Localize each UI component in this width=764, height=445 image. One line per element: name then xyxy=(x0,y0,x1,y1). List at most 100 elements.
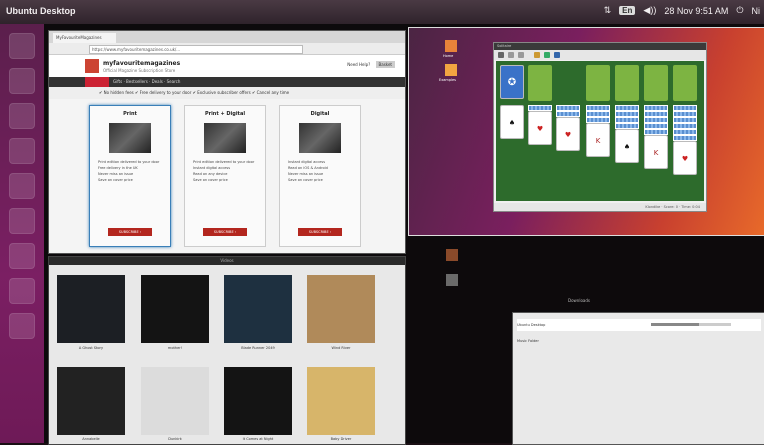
nav-active-item[interactable] xyxy=(85,77,109,87)
restart-icon[interactable] xyxy=(508,52,514,58)
home-folder-icon[interactable] xyxy=(446,249,458,261)
solitaire-statusbar: Klondike · Score: 0 · Time: 0:04 xyxy=(494,203,706,211)
card-bullet: Save on cover price xyxy=(98,178,133,182)
poster-tile[interactable] xyxy=(141,275,209,343)
card-digital[interactable]: Digital Instant digital access Read on i… xyxy=(279,105,361,247)
poster-tile[interactable] xyxy=(224,367,292,435)
tableau-card[interactable]: ♥ xyxy=(556,117,580,151)
file-row[interactable]: Ubuntu Desktop xyxy=(517,319,761,331)
card-title: Print + Digital xyxy=(204,111,246,117)
poster-label: Wind River xyxy=(331,346,351,350)
poster-tile[interactable] xyxy=(224,275,292,343)
download-progress xyxy=(651,323,731,326)
new-game-icon[interactable] xyxy=(498,52,504,58)
file-name: Ubuntu Desktop xyxy=(517,323,546,327)
clock[interactable]: 28 Nov 9:51 AM xyxy=(664,6,728,16)
hint-icon[interactable] xyxy=(534,52,540,58)
video-library-window[interactable]: Videos A Ghost Story mother! Blade Runne… xyxy=(48,256,406,445)
tableau-card[interactable]: ♥ xyxy=(673,141,697,175)
basket-button[interactable]: Basket xyxy=(375,61,395,68)
file-manager-window[interactable]: Ubuntu Desktop Music Folder xyxy=(512,312,764,445)
subscribe-button[interactable]: SUBSCRIBE › xyxy=(298,228,342,236)
launcher-trash-icon[interactable] xyxy=(9,313,35,339)
user-menu[interactable]: Ni xyxy=(752,6,761,16)
foundation-slot[interactable] xyxy=(586,65,610,101)
deal-icon[interactable] xyxy=(544,52,550,58)
help-icon[interactable] xyxy=(554,52,560,58)
poster-tile[interactable] xyxy=(57,367,125,435)
benefits-strip: ✔ No hidden fees ✔ Free delivery to your… xyxy=(49,87,405,99)
tableau-card[interactable]: ♠ xyxy=(615,129,639,163)
launcher-software-icon[interactable] xyxy=(9,208,35,234)
help-link[interactable]: Need Help? xyxy=(347,62,370,67)
solitaire-title: Solitaire xyxy=(494,43,706,50)
address-bar-container: https://www.myfavouritemagazines.co.uk/.… xyxy=(49,43,405,55)
launcher-settings-icon[interactable] xyxy=(9,278,35,304)
card-print-digital[interactable]: Print + Digital Print edition delivered … xyxy=(184,105,266,247)
poster-tile[interactable] xyxy=(141,367,209,435)
poster-tile[interactable] xyxy=(307,275,375,343)
solitaire-toolbar xyxy=(494,50,706,60)
card-bullet: Save on cover price xyxy=(288,178,323,182)
tableau-card[interactable]: K xyxy=(586,123,610,157)
power-icon[interactable]: ⏻ xyxy=(736,5,743,16)
tab-bar: MyFavouriteMagazines xyxy=(49,31,405,43)
file-manager-title: Downloads xyxy=(568,298,590,303)
foundation-slot[interactable] xyxy=(644,65,668,101)
launcher-calc-icon[interactable] xyxy=(9,138,35,164)
workspace-desktop-preview[interactable]: Home Examples Solitaire ✪ ♠ ♥ ♥ K ♠ K ♥ … xyxy=(408,27,764,236)
launcher-files-icon[interactable] xyxy=(9,33,35,59)
waste-slot[interactable] xyxy=(528,65,552,101)
examples-icon[interactable] xyxy=(445,64,457,76)
solitaire-window[interactable]: Solitaire ✪ ♠ ♥ ♥ K ♠ K ♥ Klondike · Sco… xyxy=(493,42,707,212)
site-name: myfavouritemagazines xyxy=(103,60,181,67)
site-logo[interactable] xyxy=(85,59,99,73)
stock-pile[interactable]: ✪ xyxy=(500,65,524,99)
launcher-amazon-icon[interactable] xyxy=(9,243,35,269)
site-nav: Gifts · Bestsellers · Deals · Search xyxy=(49,77,405,87)
launcher-firefox-icon[interactable] xyxy=(9,68,35,94)
game-table: ✪ ♠ ♥ ♥ K ♠ K ♥ xyxy=(496,61,704,201)
site-subtitle: Official Magazine Subscription Store xyxy=(103,68,176,73)
launcher-writer-icon[interactable] xyxy=(9,103,35,129)
address-bar[interactable]: https://www.myfavouritemagazines.co.uk/.… xyxy=(89,45,303,54)
tableau-card[interactable]: ♠ xyxy=(500,105,524,139)
card-cover-image xyxy=(299,123,341,153)
card-cover-image xyxy=(109,123,151,153)
file-row[interactable]: Music Folder xyxy=(517,335,761,347)
card-bullet: Save on cover price xyxy=(193,178,228,182)
browser-tab[interactable]: MyFavouriteMagazines xyxy=(53,33,116,43)
tableau-card[interactable]: ♥ xyxy=(528,111,552,145)
keyboard-layout-indicator[interactable]: En xyxy=(619,6,636,15)
video-library-header: Videos xyxy=(49,257,405,265)
browser-window[interactable]: MyFavouriteMagazines https://www.myfavou… xyxy=(48,30,406,254)
foundation-slot[interactable] xyxy=(615,65,639,101)
site-header: myfavouritemagazines Official Magazine S… xyxy=(49,55,405,77)
poster-label: Annabelle xyxy=(82,437,100,441)
window-title: Ubuntu Desktop xyxy=(6,6,76,16)
card-print[interactable]: Print Print edition delivered to your do… xyxy=(89,105,171,247)
subscribe-button[interactable]: SUBSCRIBE › xyxy=(108,228,152,236)
nav-items[interactable]: Gifts · Bestsellers · Deals · Search xyxy=(113,79,180,84)
poster-label: Blade Runner 2049 xyxy=(241,346,275,350)
launcher-impress-icon[interactable] xyxy=(9,173,35,199)
subscribe-button[interactable]: SUBSCRIBE › xyxy=(203,228,247,236)
foundation-slot[interactable] xyxy=(673,65,697,101)
poster-tile[interactable] xyxy=(57,275,125,343)
home-folder-icon[interactable] xyxy=(445,40,457,52)
subscription-cards: Print Print edition delivered to your do… xyxy=(49,99,405,249)
poster-tile[interactable] xyxy=(307,367,375,435)
card-cover-image xyxy=(204,123,246,153)
header-links: Need Help? Basket xyxy=(347,61,395,68)
examples-icon[interactable] xyxy=(446,274,458,286)
redo-icon[interactable] xyxy=(518,52,524,58)
network-icon[interactable]: ⇅ xyxy=(604,5,612,16)
desktop-icon-label: Home xyxy=(443,54,454,58)
card-title: Print xyxy=(123,111,137,117)
desktop-icon-label: Examples xyxy=(439,78,457,82)
card-title: Digital xyxy=(310,111,330,117)
volume-icon[interactable]: ◀)) xyxy=(643,5,656,16)
poster-label: Dunkirk xyxy=(168,437,182,441)
tableau-card[interactable]: K xyxy=(644,135,668,169)
indicator-tray: ⇅ En ◀)) 28 Nov 9:51 AM ⏻ Ni xyxy=(604,5,760,16)
